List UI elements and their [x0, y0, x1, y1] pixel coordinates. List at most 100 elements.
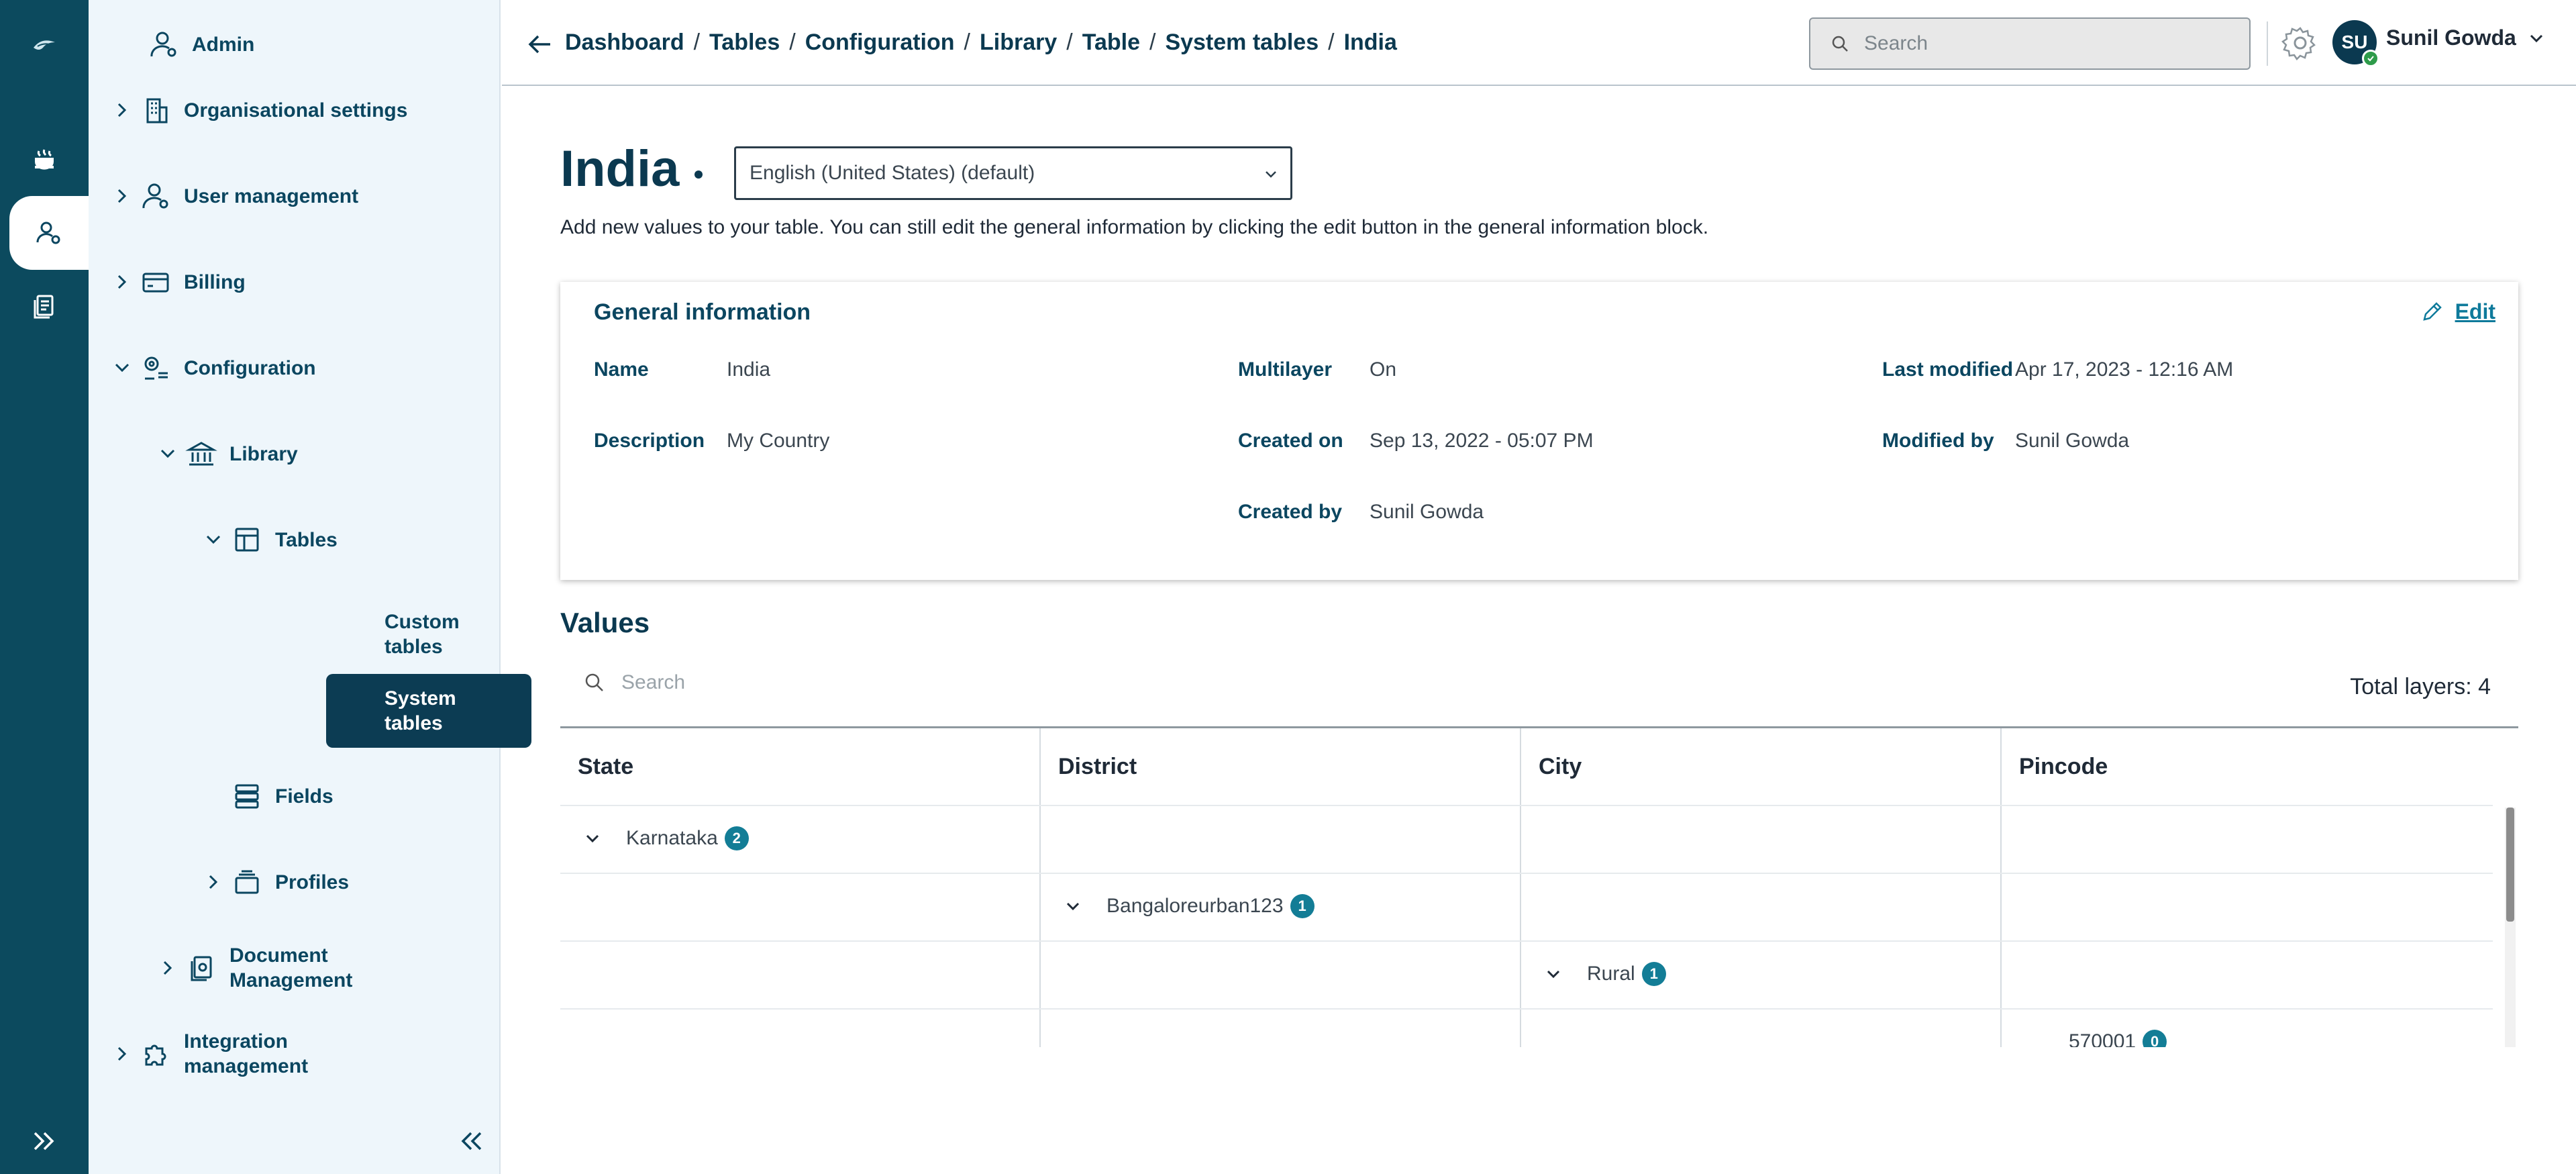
- breadcrumb-dashboard[interactable]: Dashboard: [565, 30, 684, 56]
- field-label-created-by: Created by: [1238, 501, 1343, 523]
- column-header-state: State: [578, 753, 634, 779]
- user-gear-icon: [136, 177, 176, 215]
- breadcrumb-library[interactable]: Library: [980, 30, 1057, 56]
- sidebar-item-billing[interactable]: Billing: [109, 255, 246, 309]
- header-search-input[interactable]: [1864, 32, 2240, 55]
- field-value-multilayer: On: [1370, 358, 1397, 381]
- row-divider: [560, 873, 2493, 874]
- breadcrumb-tables[interactable]: Tables: [709, 30, 780, 56]
- edit-button[interactable]: Edit: [2420, 299, 2495, 324]
- user-menu[interactable]: Sunil Gowda: [2386, 26, 2546, 50]
- language-select[interactable]: English (United States) (default): [734, 146, 1292, 200]
- table-scrollbar[interactable]: [2505, 808, 2516, 1047]
- sidebar-item-profiles[interactable]: Profiles: [200, 855, 349, 909]
- row-label: 570001: [2069, 1030, 2136, 1047]
- count-badge: 2: [724, 826, 749, 850]
- field-label-last-modified: Last modified: [1882, 358, 2014, 381]
- chevron-down-icon: [154, 440, 181, 467]
- count-badge: 0: [2143, 1030, 2167, 1047]
- puzzle-icon: [136, 1035, 176, 1073]
- sidebar-item-system-tables[interactable]: System tables: [326, 674, 531, 748]
- table-row[interactable]: Karnataka 2: [583, 825, 749, 852]
- sidebar-item-organisational-settings[interactable]: Organisational settings: [109, 83, 407, 137]
- column-divider: [1039, 728, 1041, 1047]
- chevron-right-icon: [109, 183, 136, 209]
- top-header: Dashboard / Tables / Configuration / Librar…: [502, 0, 2576, 86]
- sidebar-label: Tables: [275, 528, 338, 551]
- breadcrumb-configuration[interactable]: Configuration: [805, 30, 955, 56]
- gear-icon[interactable]: [2281, 24, 2319, 62]
- breadcrumb-system-tables[interactable]: System tables: [1165, 30, 1319, 56]
- rail-coffee-icon[interactable]: [0, 122, 89, 196]
- sidebar-label: Profiles: [275, 871, 350, 893]
- row-divider: [560, 805, 2493, 806]
- rail-documents-icon[interactable]: [0, 270, 89, 344]
- chevron-down-icon[interactable]: [583, 829, 602, 848]
- library-icon: [181, 435, 221, 473]
- chevron-right-icon: [109, 268, 136, 295]
- field-label-modified-by: Modified by: [1882, 430, 1994, 452]
- table-row[interactable]: Rural 1: [1544, 961, 1666, 987]
- sidebar-item-library[interactable]: Library: [154, 427, 298, 481]
- values-table: State District City Pincode Karnataka 2 …: [560, 726, 2518, 1047]
- title-dot: [694, 170, 703, 179]
- chevron-right-icon: [109, 1040, 136, 1067]
- profiles-icon: [227, 863, 267, 901]
- column-header-city: City: [1539, 753, 1582, 779]
- sidebar-label: Admin: [192, 33, 255, 56]
- admin-icon: [144, 26, 184, 63]
- scrollbar-thumb[interactable]: [2506, 808, 2514, 922]
- logo-icon[interactable]: [0, 7, 89, 81]
- field-label-description: Description: [594, 430, 705, 452]
- values-search-input[interactable]: [621, 671, 1158, 694]
- fields-icon: [227, 777, 267, 815]
- field-label-created-on: Created on: [1238, 430, 1343, 452]
- sidebar-label: Configuration: [184, 356, 316, 379]
- sidebar-item-fields[interactable]: Fields: [227, 769, 333, 823]
- avatar[interactable]: SU: [2332, 20, 2379, 67]
- sidebar-item-configuration[interactable]: Configuration: [109, 341, 316, 395]
- header-search[interactable]: [1809, 17, 2251, 70]
- table-row[interactable]: Bangaloreurban123 1: [1064, 893, 1315, 920]
- chevron-down-icon[interactable]: [1064, 897, 1082, 916]
- column-header-district: District: [1058, 753, 1137, 779]
- values-search[interactable]: [584, 671, 1158, 694]
- sidebar-item-document-management[interactable]: Document Management: [154, 941, 352, 995]
- chevron-down-icon: [200, 526, 227, 553]
- field-value-created-on: Sep 13, 2022 - 05:07 PM: [1370, 430, 1594, 452]
- sidebar-label: System tables: [384, 687, 456, 734]
- general-information-card: General information Edit Name India Desc…: [560, 282, 2518, 580]
- chevron-right-icon: [200, 869, 227, 895]
- sidebar-item-custom-tables[interactable]: Custom tables: [326, 597, 531, 671]
- edit-label: Edit: [2455, 299, 2495, 324]
- page-title: India: [560, 140, 680, 197]
- sidebar-item-integration-management[interactable]: Integration management: [109, 1027, 308, 1081]
- sidebar-label: Fields: [275, 785, 333, 808]
- search-icon: [585, 673, 603, 691]
- collapse-sidebar-icon[interactable]: [451, 1121, 491, 1161]
- sidebar-label: Document Management: [229, 944, 353, 991]
- chevron-down-icon: [109, 354, 136, 381]
- back-arrow-icon[interactable]: [525, 30, 554, 59]
- sidebar-item-tables[interactable]: Tables: [200, 513, 338, 567]
- user-name: Sunil Gowda: [2386, 26, 2516, 50]
- field-value-description: My Country: [727, 430, 830, 452]
- chevron-down-icon[interactable]: [1544, 965, 1563, 983]
- column-divider: [2000, 728, 2002, 1047]
- sidebar-label: Custom tables: [384, 611, 460, 658]
- column-header-pincode: Pincode: [2019, 753, 2108, 779]
- breadcrumb: Dashboard / Tables / Configuration / Librar…: [565, 30, 1397, 56]
- sidebar-item-admin[interactable]: Admin: [144, 17, 254, 71]
- expand-sidebar-icon[interactable]: [24, 1121, 64, 1161]
- field-label-name: Name: [594, 358, 649, 381]
- rail-admin-icon[interactable]: [9, 196, 89, 270]
- sidebar-item-user-management[interactable]: User management: [109, 169, 358, 223]
- field-value-modified-by: Sunil Gowda: [2015, 430, 2130, 452]
- sidebar-label: Billing: [184, 271, 246, 293]
- count-badge: 1: [1641, 962, 1666, 986]
- row-label: Karnataka: [626, 827, 718, 849]
- breadcrumb-table[interactable]: Table: [1082, 30, 1140, 56]
- page-description: Add new values to your table. You can st…: [560, 216, 1709, 238]
- table-row[interactable]: 570001 0: [2069, 1028, 2167, 1047]
- avatar-initials: SU: [2341, 32, 2368, 52]
